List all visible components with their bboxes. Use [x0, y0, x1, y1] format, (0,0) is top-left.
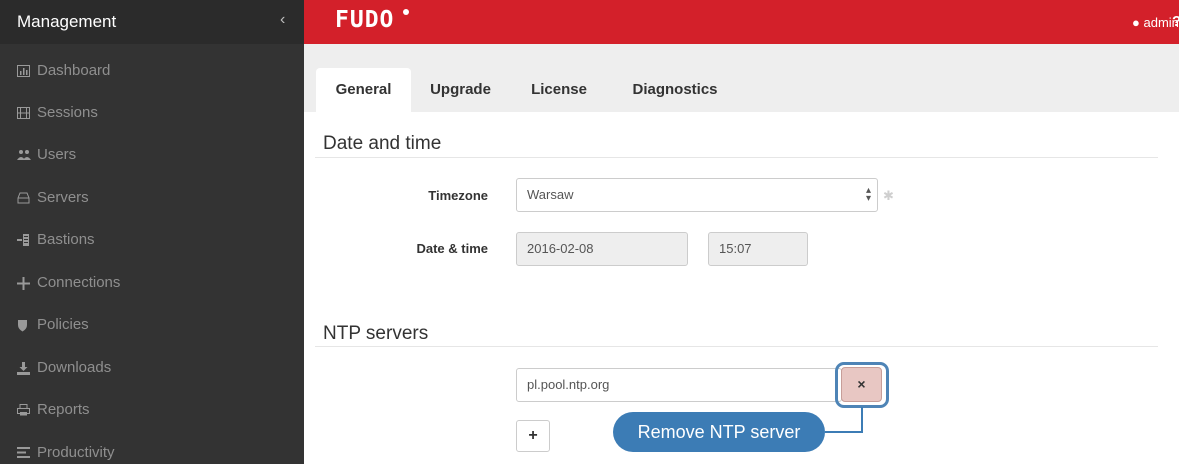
- user-icon: ●: [1132, 15, 1140, 30]
- datetime-label: Date & time: [416, 241, 488, 256]
- connections-icon: [17, 273, 31, 293]
- logo-dot: [403, 9, 409, 15]
- date-field[interactable]: 2016-02-08: [516, 232, 688, 266]
- section-divider: [315, 157, 1158, 158]
- sidebar-item-dashboard[interactable]: Dashboard: [0, 61, 304, 101]
- shield-icon: [17, 315, 31, 335]
- users-icon: [17, 145, 31, 165]
- sidebar-item-label: Dashboard: [37, 62, 111, 79]
- sidebar-item-reports[interactable]: Reports: [0, 400, 304, 440]
- sidebar-item-servers[interactable]: Servers: [0, 188, 304, 228]
- sidebar-item-label: Sessions: [37, 104, 98, 121]
- collapse-sidebar-icon[interactable]: ‹: [280, 11, 285, 29]
- download-icon: [17, 358, 31, 378]
- sidebar-item-label: Downloads: [37, 359, 112, 376]
- callout-connector: [825, 431, 863, 433]
- fudo-logo: FUDO: [335, 7, 395, 33]
- sidebar-item-label: Policies: [37, 316, 89, 333]
- sidebar-title: Management: [17, 12, 117, 31]
- gear-icon[interactable]: ✱: [883, 188, 894, 204]
- sidebar-item-label: Reports: [37, 401, 90, 418]
- add-ntp-server-button[interactable]: +: [516, 420, 550, 452]
- film-icon: [17, 103, 31, 123]
- sidebar-item-connections[interactable]: Connections: [0, 273, 304, 313]
- close-icon: ×: [857, 376, 866, 392]
- sidebar-header: Management ‹: [0, 0, 304, 44]
- tab-general[interactable]: General: [316, 68, 411, 112]
- tab-upgrade[interactable]: Upgrade: [413, 68, 508, 112]
- sidebar-item-downloads[interactable]: Downloads: [0, 358, 304, 398]
- sidebar-item-label: Connections: [37, 274, 121, 291]
- sidebar-item-bastions[interactable]: Bastions: [0, 230, 304, 270]
- select-arrows-icon: ▴ ▾: [866, 185, 872, 204]
- time-field[interactable]: 15:07: [708, 232, 808, 266]
- sidebar-item-label: Bastions: [37, 231, 95, 248]
- timezone-value: Warsaw: [527, 187, 574, 202]
- sidebar-item-policies[interactable]: Policies: [0, 315, 304, 355]
- timezone-label: Timezone: [428, 188, 488, 203]
- top-bar: FUDO ● admin⌄ ?: [304, 0, 1179, 44]
- ntp-servers-heading: NTP servers: [323, 323, 429, 344]
- plus-icon: +: [528, 427, 538, 444]
- server-icon: [17, 188, 31, 208]
- sidebar-item-label: Productivity: [37, 444, 115, 461]
- callout-label: Remove NTP server: [613, 412, 825, 452]
- tab-license[interactable]: License: [514, 68, 604, 112]
- remove-ntp-server-button[interactable]: ×: [841, 367, 882, 402]
- ntp-server-input[interactable]: pl.pool.ntp.org: [516, 368, 842, 402]
- printer-icon: [17, 400, 31, 420]
- tab-diagnostics[interactable]: Diagnostics: [615, 68, 735, 112]
- sidebar-item-productivity[interactable]: Productivity: [0, 443, 304, 464]
- sidebar-item-label: Users: [37, 146, 77, 163]
- help-icon[interactable]: ?: [1172, 13, 1179, 30]
- list-icon: [17, 443, 31, 463]
- sidebar-item-label: Servers: [37, 189, 89, 206]
- tab-strip: General Upgrade License Diagnostics: [304, 44, 1179, 112]
- bastion-icon: [17, 230, 31, 250]
- date-time-heading: Date and time: [323, 133, 442, 154]
- sidebar-item-sessions[interactable]: Sessions: [0, 103, 304, 143]
- section-divider: [315, 346, 1158, 347]
- callout-connector: [861, 407, 863, 433]
- timezone-select[interactable]: Warsaw ▴ ▾: [516, 178, 878, 212]
- sidebar-item-users[interactable]: Users: [0, 145, 304, 185]
- sidebar: Management ‹ Dashboard Sessions Users Se…: [0, 0, 304, 464]
- chart-icon: [17, 61, 31, 81]
